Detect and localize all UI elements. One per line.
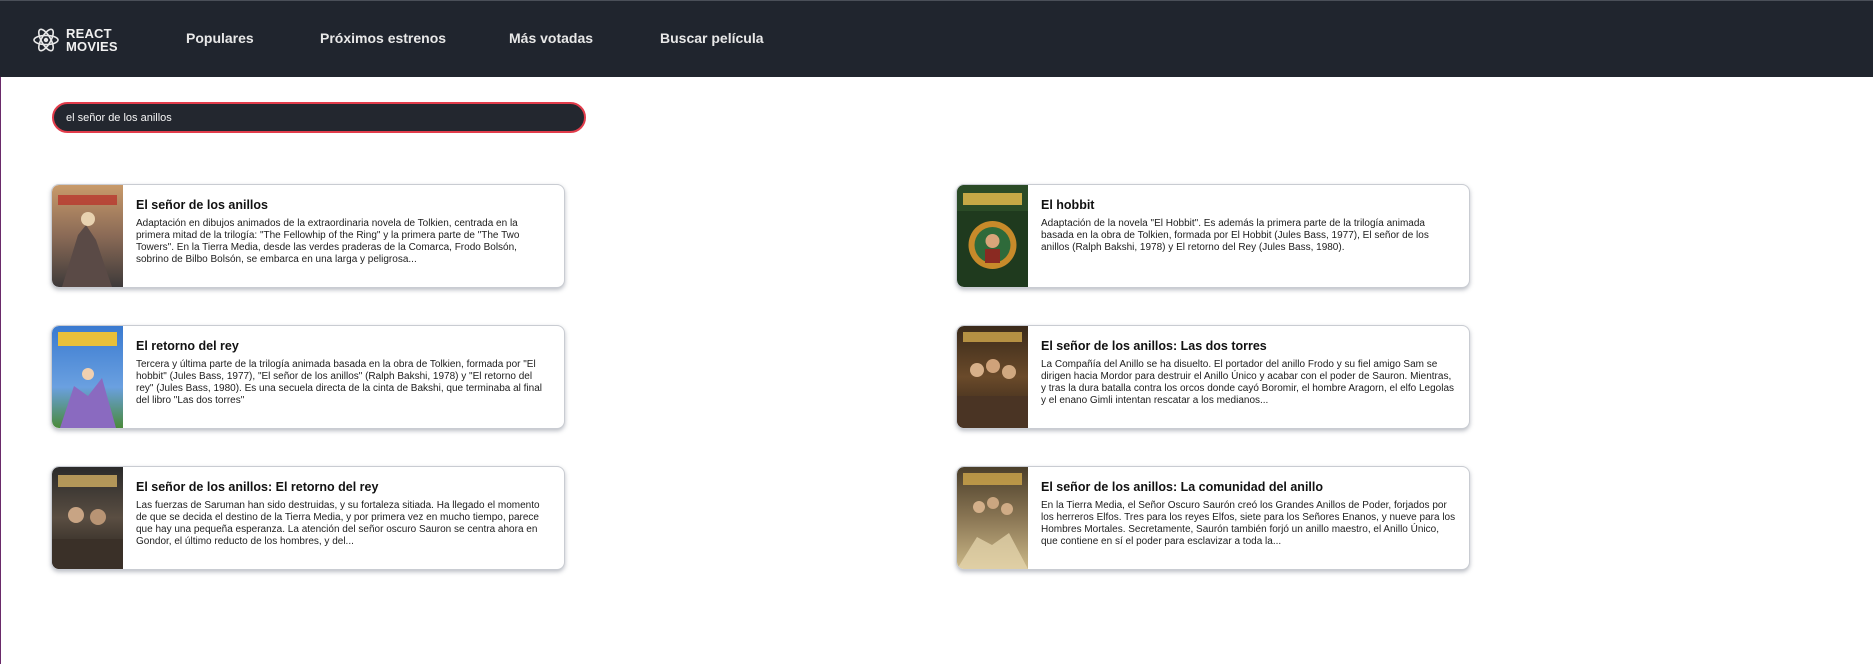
movie-description: Las fuerzas de Saruman han sido destruid… [136, 500, 540, 547]
movie-poster [957, 326, 1028, 428]
movie-description: En la Tierra Media, el Señor Oscuro Saur… [1041, 500, 1456, 547]
movie-title: El señor de los anillos: La comunidad de… [1041, 480, 1323, 494]
movie-title: El retorno del rey [136, 339, 239, 353]
nav-item-mas-votadas[interactable]: Más votadas [509, 30, 593, 46]
movie-description: Adaptación de la novela "El Hobbit". Es … [1041, 218, 1429, 253]
movie-description: Tercera y última parte de la trilogía an… [136, 359, 542, 406]
page-frame-edge [0, 0, 1, 664]
movie-title: El señor de los anillos: El retorno del … [136, 480, 379, 494]
movie-title: El señor de los anillos [136, 198, 268, 212]
search-input[interactable] [52, 102, 586, 133]
react-atom-icon [33, 28, 59, 52]
movie-description: Adaptación en dibujos animados de la ext… [136, 218, 520, 265]
brand-text: REACT MOVIES [66, 26, 118, 54]
brand-logo[interactable]: REACT MOVIES [32, 25, 126, 55]
movie-title: El señor de los anillos: Las dos torres [1041, 339, 1267, 353]
movie-card[interactable]: El señor de los anillos: El retorno del … [51, 466, 565, 570]
movie-description: La Compañía del Anillo se ha disuelto. E… [1041, 359, 1455, 406]
movie-card[interactable]: El señor de los anillos Adaptación en di… [51, 184, 565, 288]
movie-card[interactable]: El hobbit Adaptación de la novela "El Ho… [956, 184, 1470, 288]
movie-poster [52, 467, 123, 569]
nav-item-buscar-pelicula[interactable]: Buscar película [660, 30, 764, 46]
movie-title: El hobbit [1041, 198, 1095, 212]
nav-item-populares[interactable]: Populares [186, 30, 254, 46]
movie-card[interactable]: El señor de los anillos: Las dos torres … [956, 325, 1470, 429]
nav-item-proximos-estrenos[interactable]: Próximos estrenos [320, 30, 446, 46]
movie-poster [957, 185, 1028, 287]
navbar: REACT MOVIES Populares Próximos estrenos… [0, 0, 1873, 77]
movie-card[interactable]: El retorno del rey Tercera y última part… [51, 325, 565, 429]
movie-card[interactable]: El señor de los anillos: La comunidad de… [956, 466, 1470, 570]
movie-poster [52, 185, 123, 287]
movie-poster [957, 467, 1028, 569]
movie-poster [52, 326, 123, 428]
